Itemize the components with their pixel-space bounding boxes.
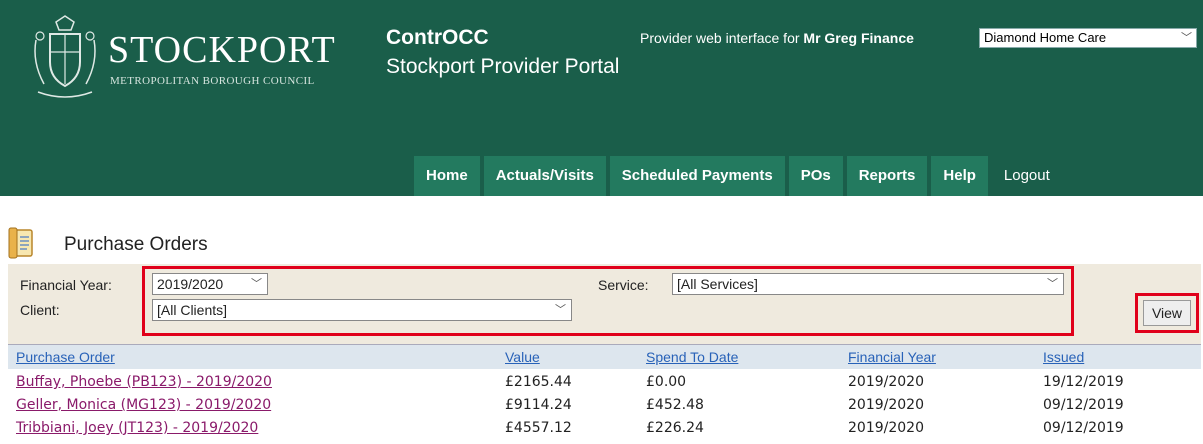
nav-logout[interactable]: Logout	[992, 156, 1062, 196]
spend-cell: £226.24	[646, 420, 704, 436]
issued-cell: 19/12/2019	[1043, 374, 1124, 390]
col-purchase-order[interactable]: Purchase Order	[16, 349, 115, 365]
nav-home[interactable]: Home	[414, 156, 480, 196]
logo-title: STOCKPORT	[108, 29, 336, 71]
view-button[interactable]: View	[1143, 300, 1191, 326]
table-header: Purchase Order Value Spend To Date Finan…	[8, 344, 1201, 369]
crest-icon	[34, 15, 96, 98]
purchase-order-link[interactable]: Geller, Monica (MG123) - 2019/2020	[16, 397, 271, 413]
financial-year-cell: 2019/2020	[848, 420, 924, 436]
table-row: Geller, Monica (MG123) - 2019/2020 £9114…	[8, 395, 1201, 417]
issued-cell: 09/12/2019	[1043, 420, 1124, 436]
site-header: STOCKPORT METROPOLITAN BOROUGH COUNCIL C…	[0, 0, 1203, 196]
app-title: ContrOCC	[386, 26, 489, 49]
main-nav: Home Actuals/Visits Scheduled Payments P…	[414, 156, 1066, 196]
chevron-down-icon: ﹀	[1181, 32, 1192, 44]
financial-year-label: Financial Year:	[20, 277, 112, 293]
col-spend-to-date[interactable]: Spend To Date	[646, 349, 738, 365]
value-cell: £4557.12	[505, 420, 572, 436]
provider-selected: Diamond Home Care	[984, 30, 1107, 45]
logo-subtitle: METROPOLITAN BOROUGH COUNCIL	[110, 75, 315, 87]
nav-actuals-visits[interactable]: Actuals/Visits	[483, 156, 606, 196]
spend-cell: £452.48	[646, 397, 704, 413]
client-label: Client:	[20, 302, 60, 318]
value-cell: £9114.24	[505, 397, 572, 413]
nav-help[interactable]: Help	[931, 156, 988, 196]
provider-select[interactable]: Diamond Home Care ﹀	[979, 28, 1197, 48]
col-issued[interactable]: Issued	[1043, 349, 1084, 365]
purchase-order-link[interactable]: Buffay, Phoebe (PB123) - 2019/2020	[16, 374, 272, 390]
spend-cell: £0.00	[646, 374, 687, 390]
nav-pos[interactable]: POs	[788, 156, 843, 196]
document-icon	[8, 227, 33, 259]
provider-info: Provider web interface for Mr Greg Finan…	[640, 30, 914, 46]
financial-year-cell: 2019/2020	[848, 397, 924, 413]
col-value[interactable]: Value	[505, 349, 540, 365]
value-cell: £2165.44	[505, 374, 572, 390]
col-financial-year[interactable]: Financial Year	[848, 349, 936, 365]
provider-prefix: Provider web interface for	[640, 30, 800, 46]
financial-year-cell: 2019/2020	[848, 374, 924, 390]
council-logo[interactable]: STOCKPORT METROPOLITAN BOROUGH COUNCIL	[30, 12, 360, 102]
filter-highlight	[142, 266, 1074, 336]
page-title: Purchase Orders	[64, 234, 208, 255]
table-row: Tribbiani, Joey (JT123) - 2019/2020 £455…	[8, 418, 1201, 440]
table-row: Buffay, Phoebe (PB123) - 2019/2020 £2165…	[8, 372, 1201, 394]
nav-reports[interactable]: Reports	[846, 156, 928, 196]
purchase-order-link[interactable]: Tribbiani, Joey (JT123) - 2019/2020	[16, 420, 258, 436]
nav-scheduled-payments[interactable]: Scheduled Payments	[609, 156, 785, 196]
provider-user: Mr Greg Finance	[803, 30, 914, 46]
issued-cell: 09/12/2019	[1043, 397, 1124, 413]
app-subtitle: Stockport Provider Portal	[386, 55, 620, 78]
